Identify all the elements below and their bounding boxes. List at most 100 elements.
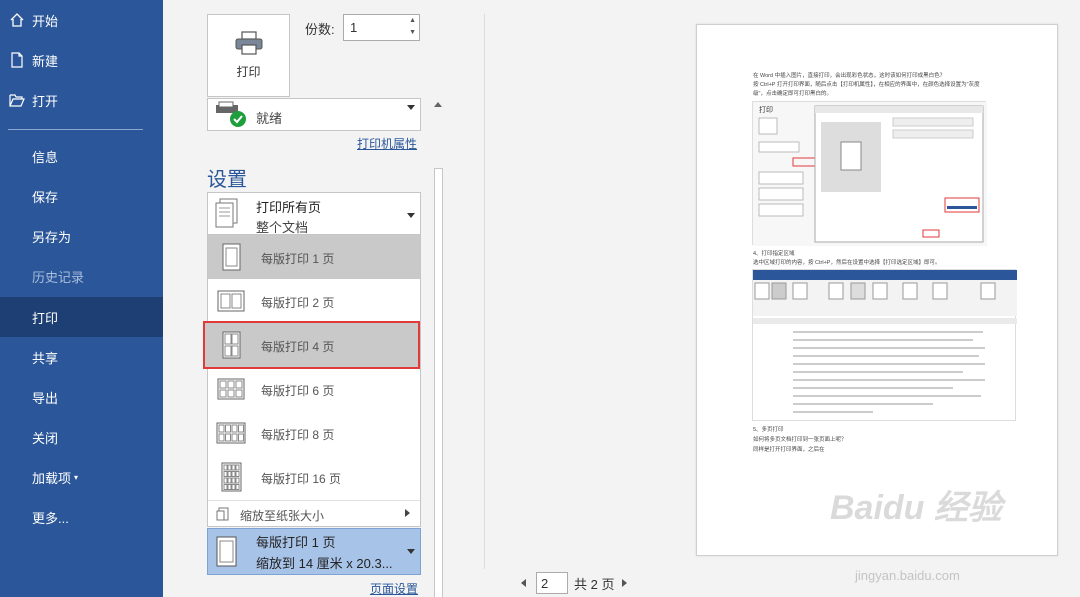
layout-8-icon [216,422,246,444]
layout-2-icon [217,290,245,312]
chevron-down-icon: ▾ [74,472,79,482]
preview-text: 在 Word 中插入图片，直接打印，会出现彩色状态，这时该如何打印成黑白色？ [753,73,946,79]
nav-save-label: 保存 [32,189,59,205]
nav-save[interactable]: 保存 [0,176,163,216]
nav-info[interactable]: 信息 [0,136,163,176]
printer-dropdown[interactable]: 就绪 [207,98,421,131]
next-page-icon[interactable] [622,579,628,587]
pages-per-sheet-dropdown[interactable]: 每版打印 1 页 缩放到 14 厘米 x 20.3... [207,528,421,575]
option-2-pages[interactable]: 每版打印 2 页 [208,279,420,323]
new-document-icon [11,52,23,68]
nav-history[interactable]: 历史记录 [0,256,163,296]
nav-export-label: 导出 [32,390,59,406]
pages-per-sheet-menu: 每版打印 1 页 每版打印 2 页 每版打印 4 页 每版打印 6 页 每版打印… [203,234,421,527]
printer-icon [235,31,262,55]
nav-addins-label: 加载项 [32,470,72,486]
printer-status: 就绪 [256,111,283,126]
layout-1-icon [216,536,237,567]
layout-6-icon [217,378,245,400]
nav-open-label: 打开 [32,93,59,109]
open-folder-icon [9,94,25,107]
settings-scrollbar[interactable] [431,98,446,597]
copies-input[interactable]: 1 ▲ ▼ [343,14,420,41]
baidu-watermark-logo: Baidu 经验 [830,489,1002,527]
nav-new[interactable]: 新建 [0,40,163,80]
chevron-down-icon [407,213,415,218]
nav-divider [8,129,143,130]
chevron-down-icon [407,105,415,110]
preview-heading: 5、多页打印 [753,427,784,433]
layout-4-icon [222,331,241,359]
option-label: 每版打印 1 页 [261,252,335,266]
option-8-pages[interactable]: 每版打印 8 页 [208,411,420,455]
option-label: 每版打印 16 页 [261,472,342,486]
pages-icon [215,198,238,228]
scrollbar-thumb[interactable] [434,168,443,597]
backstage-nav: 开始 新建 打开 信息 保存 另存为 历史记录 打印 共享 导出 关闭 加载项 ▾… [0,0,163,597]
preview-text: 同样是打开打印界面，之后在 [753,447,825,453]
chevron-right-icon [405,509,410,517]
nav-save-as-label: 另存为 [32,229,72,245]
nav-close[interactable]: 关闭 [0,417,163,457]
pages-per-sheet-scale: 缩放到 14 厘米 x 20.3... [256,556,393,571]
print-button[interactable]: 打印 [207,14,290,97]
total-pages-label: 共 2 页 [574,576,615,592]
nav-info-label: 信息 [32,149,59,165]
preview-page: 在 Word 中插入图片，直接打印，会出现彩色状态，这时该如何打印成黑白色？ 按… [696,24,1058,556]
scale-to-paper-option[interactable]: 缩放至纸张大小 [208,500,420,526]
previous-page-icon[interactable] [521,579,526,587]
preview-text: 选中区域打印的内容，按 Ctrl+P，然后在设置中选择【打印选定区域】即可。 [753,260,941,266]
option-label: 每版打印 2 页 [261,296,335,310]
option-16-pages[interactable]: 每版打印 16 页 [208,455,420,499]
current-page-input[interactable]: 2 [536,572,568,594]
copies-label: 份数: [305,22,335,37]
print-button-label: 打印 [236,65,261,79]
layout-16-icon [221,462,242,492]
option-label: 每版打印 8 页 [261,428,335,442]
copies-value: 1 [350,20,358,35]
svg-text:打印: 打印 [759,105,773,114]
printer-properties-link[interactable]: 打印机属性 [357,135,417,152]
pages-per-sheet-label: 每版打印 1 页 [256,535,336,550]
preview-heading: 4、打印指定区域 [753,251,795,257]
scale-page-icon [216,507,229,521]
scroll-up-icon[interactable] [434,102,442,107]
print-preview: 在 Word 中插入图片，直接打印，会出现彩色状态，这时该如何打印成黑白色？ 按… [485,0,1080,597]
nav-more-label: 更多... [32,510,69,526]
print-range-dropdown[interactable]: 打印所有页 整个文档 [207,192,421,235]
option-1-page[interactable]: 每版打印 1 页 [208,235,420,279]
nav-close-label: 关闭 [32,430,59,446]
nav-save-as[interactable]: 另存为 [0,216,163,256]
option-label: 每版打印 6 页 [261,384,335,398]
spin-up-icon[interactable]: ▲ [409,17,416,24]
nav-share[interactable]: 共享 [0,337,163,377]
nav-print-label: 打印 [32,310,59,326]
printer-ready-icon [216,101,246,127]
page-navigator: 2 共 2 页 [521,572,628,594]
option-4-pages[interactable]: 每版打印 4 页 [203,321,420,369]
nav-history-label: 历史记录 [32,269,85,285]
watermark-url: jingyan.baidu.com [855,568,960,583]
preview-text: 级"，点击确定即可打印黑白的。 [753,91,832,97]
preview-text: 如何将多页文档打印到一张页面上呢？ [753,437,847,443]
print-range-label: 打印所有页 [256,200,322,215]
layout-1-icon [222,243,241,271]
page-setup-link[interactable]: 页面设置 [370,580,418,597]
scale-to-paper-label: 缩放至纸张大小 [240,509,325,523]
nav-print[interactable]: 打印 [0,297,163,337]
print-settings-panel: 打印 份数: 1 ▲ ▼ 就绪 打印机属性 设置 打印所有页 整个文档 每版打印… [163,0,485,597]
nav-addins[interactable]: 加载项 ▾ [0,457,163,497]
nav-share-label: 共享 [32,350,59,366]
spin-down-icon[interactable]: ▼ [409,29,416,36]
nav-new-label: 新建 [32,53,59,69]
preview-image-ribbon [752,269,1017,421]
home-icon [10,13,24,27]
nav-more[interactable]: 更多... [0,497,163,537]
option-label: 每版打印 4 页 [261,340,335,354]
preview-text: 按 Ctrl+P 打开打印界面，随后点击【打印机属性】，在相应的界面中，在颜色选… [753,82,980,88]
option-6-pages[interactable]: 每版打印 6 页 [208,367,420,411]
nav-export[interactable]: 导出 [0,377,163,417]
nav-home[interactable]: 开始 [0,0,163,40]
nav-open[interactable]: 打开 [0,80,163,120]
preview-image-print-dialog: 打印 [752,101,987,246]
